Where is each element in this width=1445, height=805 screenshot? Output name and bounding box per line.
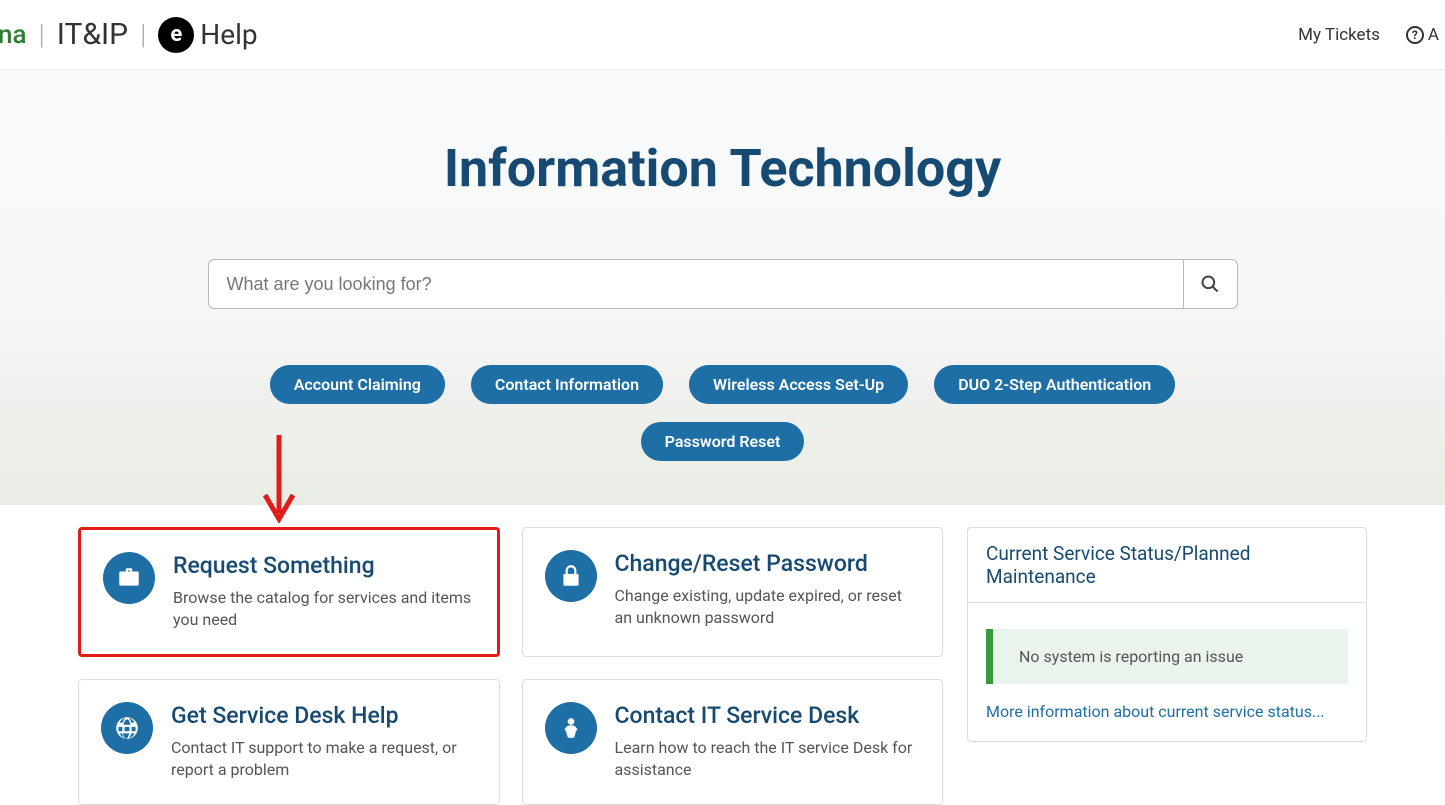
ehelp-badge-icon: e	[158, 17, 194, 53]
pill-contact-information[interactable]: Contact Information	[471, 365, 663, 404]
pill-account-claiming[interactable]: Account Claiming	[270, 365, 445, 404]
globe-icon	[101, 702, 153, 754]
search-icon	[1200, 274, 1220, 294]
card-title: Get Service Desk Help	[171, 702, 477, 729]
card-body: Change/Reset Password Change existing, u…	[615, 550, 921, 634]
card-body: Get Service Desk Help Contact IT support…	[171, 702, 477, 782]
help-link[interactable]: ? A	[1406, 25, 1439, 45]
card-desc: Change existing, update expired, or rese…	[615, 585, 921, 630]
card-change-reset-password[interactable]: Change/Reset Password Change existing, u…	[522, 527, 944, 657]
card-request-something[interactable]: Request Something Browse the catalog for…	[78, 527, 500, 657]
card-title: Change/Reset Password	[615, 550, 921, 577]
status-message: No system is reporting an issue	[986, 629, 1348, 684]
panel-title: Current Service Status/Planned Maintenan…	[968, 528, 1366, 603]
ehelp-link[interactable]: e Help	[158, 17, 257, 53]
question-circle-icon: ?	[1406, 26, 1424, 44]
cards-grid: Request Something Browse the catalog for…	[78, 527, 943, 805]
header-left: na | IT&IP | e Help	[0, 17, 258, 53]
page-title: Information Technology	[444, 138, 1001, 199]
org-logo-partial: na	[0, 20, 27, 50]
search-input[interactable]	[208, 259, 1184, 309]
card-desc: Learn how to reach the IT service Desk f…	[615, 737, 921, 782]
card-body: Request Something Browse the catalog for…	[173, 552, 475, 632]
card-title: Request Something	[173, 552, 475, 579]
divider: |	[140, 18, 146, 51]
quick-links: Account Claiming Contact Information Wir…	[253, 365, 1193, 461]
ehelp-text: Help	[200, 18, 257, 51]
pill-wireless-access[interactable]: Wireless Access Set-Up	[689, 365, 908, 404]
header-right: My Tickets ? A	[1298, 25, 1445, 45]
side-column: Current Service Status/Planned Maintenan…	[967, 527, 1367, 805]
briefcase-icon	[103, 552, 155, 604]
dept-link[interactable]: IT&IP	[57, 17, 128, 52]
more-status-link[interactable]: More information about current service s…	[968, 702, 1366, 741]
search-row	[208, 259, 1238, 309]
service-status-panel: Current Service Status/Planned Maintenan…	[967, 527, 1367, 742]
pill-password-reset[interactable]: Password Reset	[641, 422, 805, 461]
content: Request Something Browse the catalog for…	[0, 505, 1445, 805]
divider: |	[39, 18, 45, 51]
header-bar: na | IT&IP | e Help My Tickets ? A	[0, 0, 1445, 70]
card-title: Contact IT Service Desk	[615, 702, 921, 729]
pill-duo-2step[interactable]: DUO 2-Step Authentication	[934, 365, 1175, 404]
card-desc: Contact IT support to make a request, or…	[171, 737, 477, 782]
card-desc: Browse the catalog for services and item…	[173, 587, 475, 632]
lock-icon	[545, 550, 597, 602]
card-contact-it-service-desk[interactable]: Contact IT Service Desk Learn how to rea…	[522, 679, 944, 805]
my-tickets-link[interactable]: My Tickets	[1298, 25, 1380, 45]
card-body: Contact IT Service Desk Learn how to rea…	[615, 702, 921, 782]
help-label-partial: A	[1428, 25, 1439, 45]
search-button[interactable]	[1184, 259, 1238, 309]
hero-banner: Information Technology Account Claiming …	[0, 70, 1445, 505]
card-get-service-desk-help[interactable]: Get Service Desk Help Contact IT support…	[78, 679, 500, 805]
person-icon	[545, 702, 597, 754]
